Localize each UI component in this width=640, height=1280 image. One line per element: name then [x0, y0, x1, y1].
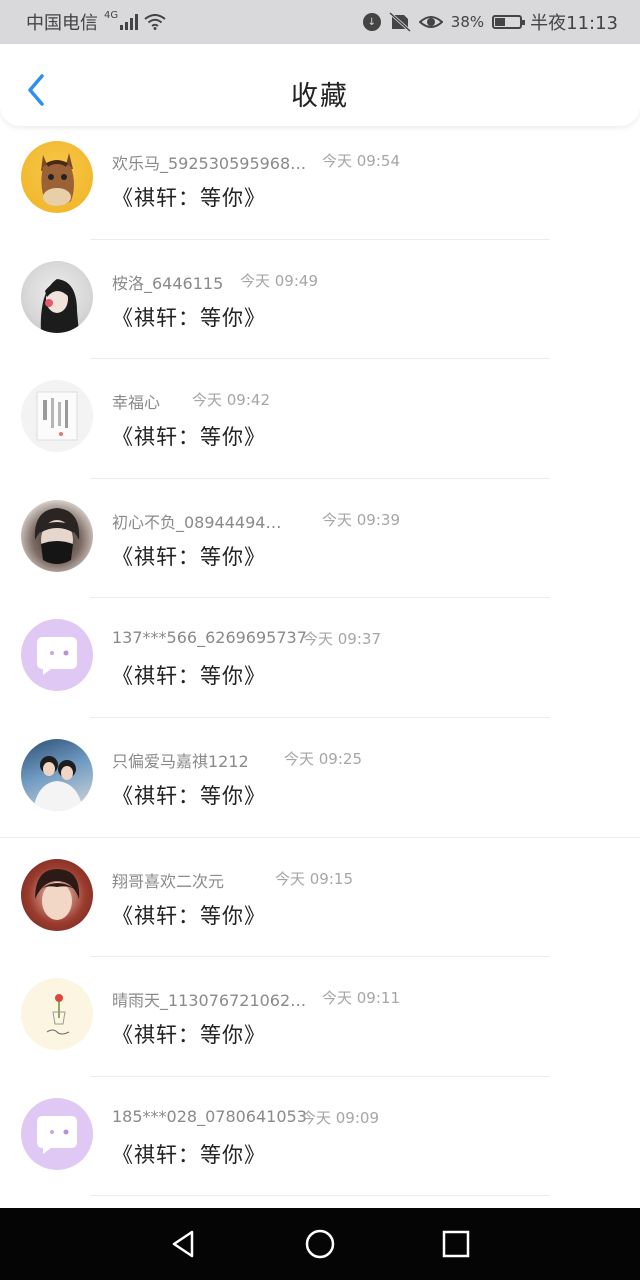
item-name: 晴雨天_113076721062…: [112, 991, 307, 1011]
item-message: 《祺轩：等你》: [112, 544, 266, 569]
item-time: 今天 09:49: [240, 271, 318, 290]
item-name: 幸福心: [112, 393, 161, 413]
item-name: 137***566_6269695737: [112, 628, 307, 648]
carrier-label: 中国电信: [26, 13, 98, 34]
list-item[interactable]: 幸福心 今天 09:42 《祺轩：等你》: [0, 359, 640, 479]
home-circle-icon[interactable]: [304, 1228, 336, 1260]
status-bar: 中国电信 4G ↓ 38% 半夜11:13: [0, 0, 640, 44]
item-message: 《祺轩：等你》: [112, 186, 266, 210]
item-time: 今天 09:15: [275, 869, 353, 888]
item-message: 《祺轩：等你》: [112, 305, 266, 330]
app-header: 收藏: [0, 44, 640, 126]
item-time: 今天 09:25: [284, 749, 362, 768]
item-message: 《祺轩：等你》: [112, 1023, 266, 1048]
chat-bubble-avatar[interactable]: [21, 619, 93, 692]
item-message: 《祺轩：等你》: [112, 1142, 266, 1167]
item-name: 桉洛_6446115: [112, 273, 224, 293]
battery-percent: 38%: [450, 13, 485, 31]
item-name: 初心不负_08944494…: [112, 512, 282, 532]
list-item[interactable]: 初心不负_08944494… 今天 09:39 《祺轩：等你》: [0, 479, 640, 599]
list-item[interactable]: 只偏爱马嘉祺1212 今天 09:25 《祺轩：等你》: [0, 718, 640, 838]
no-sim-icon: [388, 12, 411, 32]
divider: [90, 1195, 550, 1197]
item-message: 《祺轩：等你》: [112, 664, 266, 689]
recents-square-icon[interactable]: [440, 1228, 472, 1260]
document-avatar[interactable]: [21, 380, 93, 453]
item-name: 翔哥喜欢二次元: [112, 871, 225, 891]
wifi-icon: [144, 14, 166, 30]
list-item[interactable]: 翔哥喜欢二次元 今天 09:15 《祺轩：等你》: [0, 838, 640, 958]
item-message: 《祺轩：等你》: [112, 903, 266, 928]
item-name: 欢乐马_592530595968…: [112, 154, 307, 173]
item-name: 只偏爱马嘉祺1212: [112, 751, 249, 771]
flower-avatar[interactable]: [21, 978, 93, 1051]
chat-bubble-avatar[interactable]: [21, 1097, 93, 1170]
boy-avatar[interactable]: [21, 858, 93, 931]
clock: 半夜11:13: [530, 13, 618, 34]
signal-icon: [120, 14, 139, 30]
item-time: 今天 09:39: [322, 510, 400, 529]
network-type: 4G: [104, 9, 119, 21]
page-title: 收藏: [291, 81, 349, 112]
horse-avatar[interactable]: [21, 141, 93, 213]
list-item[interactable]: 185***028_0780641053 今天 09:09 《祺轩：等你》: [0, 1077, 640, 1197]
item-name: 185***028_0780641053: [112, 1106, 307, 1126]
data-saver-icon: ↓: [362, 13, 381, 31]
item-message: 《祺轩：等你》: [112, 783, 266, 808]
item-time: 今天 09:09: [301, 1108, 379, 1127]
list-item[interactable]: 晴雨天_113076721062… 今天 09:11 《祺轩：等你》: [0, 957, 640, 1077]
item-time: 今天 09:37: [303, 630, 381, 649]
favorites-list: 欢乐马_592530595968… 今天 09:54 《祺轩：等你》 桉洛_64…: [0, 120, 640, 1197]
masked-boy-avatar[interactable]: [21, 499, 93, 572]
battery-icon: [492, 15, 526, 29]
item-time: 今天 09:54: [322, 152, 400, 170]
back-triangle-icon[interactable]: [168, 1228, 200, 1260]
list-item[interactable]: 桉洛_6446115 今天 09:49 《祺轩：等你》: [0, 240, 640, 360]
list-item[interactable]: 137***566_6269695737 今天 09:37 《祺轩：等你》: [0, 598, 640, 718]
navigation-bar: [0, 1208, 640, 1280]
item-time: 今天 09:42: [192, 391, 270, 410]
couple-avatar[interactable]: [21, 738, 93, 811]
item-time: 今天 09:11: [322, 989, 400, 1008]
girl-avatar[interactable]: [21, 260, 93, 333]
eye-comfort-icon: [418, 16, 443, 28]
item-message: 《祺轩：等你》: [112, 425, 266, 450]
list-item[interactable]: 欢乐马_592530595968… 今天 09:54 《祺轩：等你》: [0, 120, 640, 240]
